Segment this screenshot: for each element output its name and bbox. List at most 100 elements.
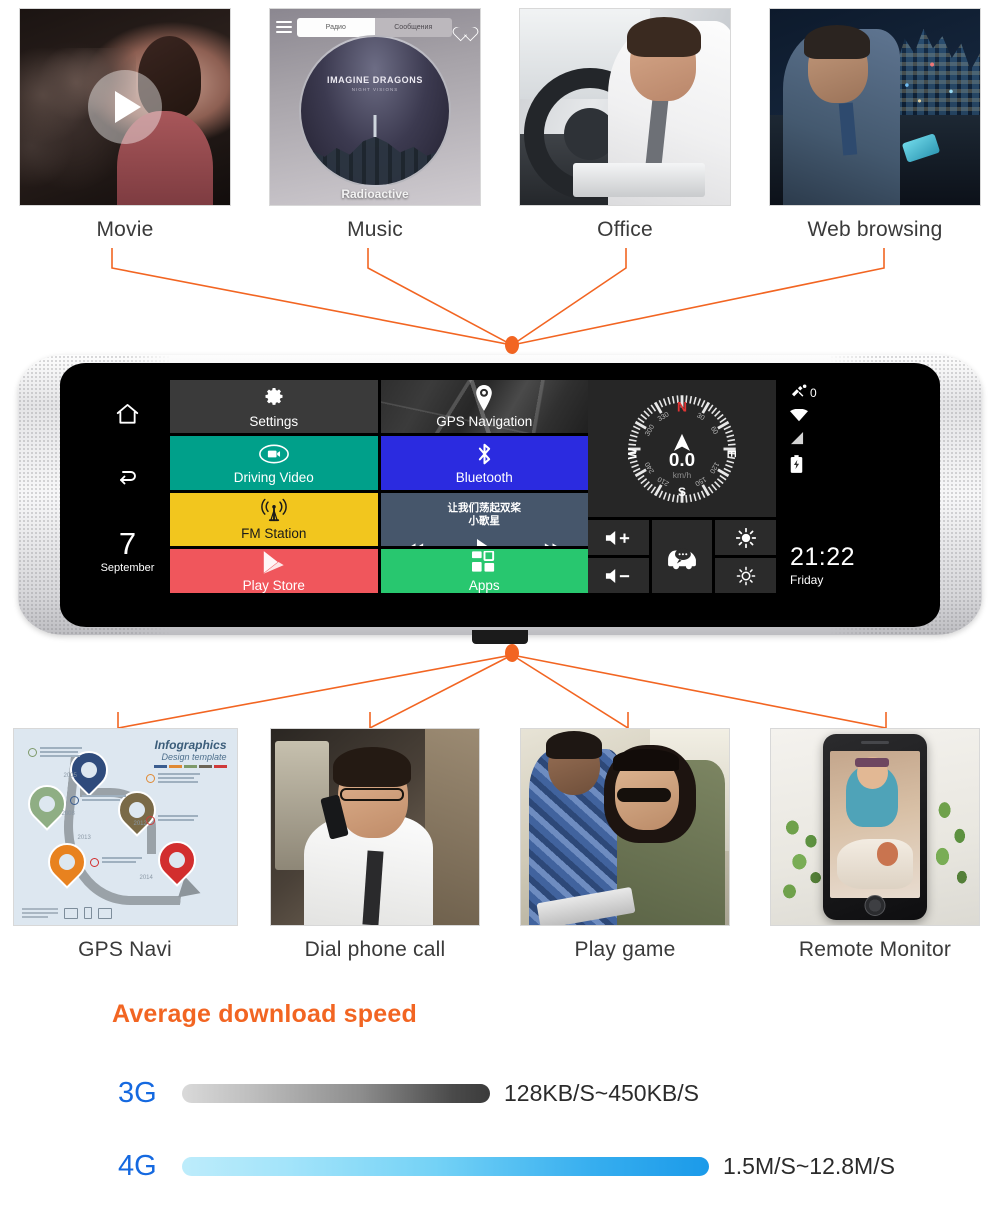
feature-movie[interactable]: Movie [0,8,250,242]
speed-tag-3g: 3G [118,1077,157,1109]
music-track-artist: 小歌星 [468,514,501,527]
status-icons: 0 [790,384,907,476]
infographic-year-1: 2008 [61,811,75,817]
tablet-icon [83,907,92,919]
dial-phone-thumbnail[interactable] [270,728,480,926]
music-tab-group[interactable]: Радио Сообщения [297,17,452,37]
hamburger-menu-icon[interactable] [276,21,292,33]
tab-messages[interactable]: Сообщения [374,17,452,37]
tile-label-driving-video: Driving Video [233,469,314,485]
apps-grid-icon [471,549,497,575]
gps-navi-thumbnail[interactable]: Infographics Design template 2005 2008 2… [12,728,238,926]
feature-gps-navi[interactable]: Infographics Design template 2005 2008 2… [0,728,250,962]
volume-down-button[interactable] [588,558,649,593]
music-thumbnail[interactable]: Радио Сообщения IMAGINE DRAGONS NIGHT VI… [269,8,481,206]
compass-degree-330: 330 [657,411,671,423]
speed-value: 0.0 [669,448,695,469]
infographic-title: Infographics [154,738,227,752]
battery-status [790,455,907,476]
speed-row-3g: 3G 128KB/S~450KB/S [118,1077,1000,1110]
volume-up-button[interactable] [588,520,649,555]
tab-radio[interactable]: Радио [297,17,375,37]
gear-icon [262,385,286,411]
app-tile-grid: Settings GPS Navigation Driving Video Bl… [170,380,588,593]
feature-office[interactable]: Office [500,8,750,242]
tile-driving-video[interactable]: Driving Video [170,436,378,490]
web-person-hair [803,24,870,59]
infographic-note-2 [145,773,200,783]
feature-dial-phone-call[interactable]: Dial phone call [250,728,500,962]
tile-settings[interactable]: Settings [170,380,378,434]
video-camera-icon [258,441,290,467]
feature-music[interactable]: Радио Сообщения IMAGINE DRAGONS NIGHT VI… [250,8,500,242]
play-icon[interactable] [477,538,491,546]
office-thumbnail[interactable] [519,8,731,206]
dial-person-hair [333,746,412,787]
infographic-note-5 [89,857,142,867]
movie-thumbnail[interactable] [19,8,231,206]
tile-label-settings: Settings [249,413,299,429]
music-track-title: 让我们荡起双桨 [447,501,522,514]
tile-bluetooth[interactable]: Bluetooth [380,436,588,490]
connector-node-top [505,336,519,354]
play-icon[interactable] [88,70,162,144]
back-arrow-icon[interactable] [115,465,141,494]
infographic-year-2: 2012 [133,821,147,827]
home-icon[interactable] [114,401,141,432]
speed-value-4g: 1.5M/S~12.8M/S [723,1153,895,1179]
game-man-hair [545,730,602,759]
compass-degree-300: 300 [644,423,656,437]
feature-label-movie: Movie [96,218,154,241]
rewind-icon[interactable] [407,542,424,546]
tile-fm-station[interactable]: FM Station [170,492,378,546]
compass-west: W [626,447,640,459]
download-speed-section: Average download speed 3G 128KB/S~450KB/… [0,1000,1000,1183]
tile-label-bluetooth: Bluetooth [455,469,513,485]
car-assistant-button[interactable] [651,520,713,593]
laptop-icon [63,907,78,919]
tile-play-store[interactable]: Play Store [170,548,378,593]
tile-music-player[interactable]: 让我们荡起双桨 小歌星 [380,492,588,546]
device-screen: 7 September Settings GPS Navigation Driv… [85,380,907,593]
speed-value-3g: 128KB/S~450KB/S [504,1080,700,1106]
feature-label-web-browsing: Web browsing [807,218,943,241]
compass-north: N [677,398,687,414]
feature-play-game[interactable]: Play game [500,728,750,962]
infographic-title-block: Infographics Design template [153,738,227,768]
office-person-hair [626,16,701,57]
heart-icon[interactable] [457,19,474,35]
infographic-year-0: 2005 [63,773,77,779]
tile-gps-navigation[interactable]: GPS Navigation [380,380,588,434]
brightness-low-button[interactable] [715,558,776,593]
connector-node-bottom [505,644,519,662]
infographic-note-4 [69,795,126,805]
infographic-note-3 [145,815,198,825]
speed-section-title: Average download speed [112,1000,417,1028]
speed-bar-3g [182,1084,490,1103]
feature-remote-monitor[interactable]: Remote Monitor [750,728,1000,962]
tile-label-play-store: Play Store [242,577,305,593]
feature-label-gps-navi: GPS Navi [78,938,172,961]
feature-web-browsing[interactable]: Web browsing [750,8,1000,242]
rearview-mirror-device: 7 September Settings GPS Navigation Driv… [18,355,982,644]
top-feature-row: Movie Радио Сообщения IMAGINE DRAGONS NI… [0,8,1000,242]
brightness-high-button[interactable] [715,520,776,555]
compass-degree-120: 120 [708,460,720,474]
signal-icon [790,432,805,448]
play-game-thumbnail[interactable] [520,728,730,926]
sunglasses-icon [616,787,671,802]
infographic-subtitle: Design template [161,751,227,762]
web-browsing-thumbnail[interactable] [769,8,981,206]
gps-status: 0 [790,384,907,402]
infographic-footer [21,907,112,919]
album-artist: IMAGINE DRAGONS [326,74,423,85]
remote-monitor-thumbnail[interactable] [770,728,980,926]
tile-apps[interactable]: Apps [380,548,588,593]
fast-forward-icon[interactable] [544,542,561,546]
location-pin-icon [473,384,495,411]
compass-speedometer[interactable]: N S E W 30 60 120 150 210 240 300 330 0.0 km/h [588,380,776,517]
speed-bar-4g [182,1157,709,1176]
satellite-icon [790,384,808,402]
mirror-mount-nub [472,630,528,644]
home-button[interactable] [864,895,886,916]
